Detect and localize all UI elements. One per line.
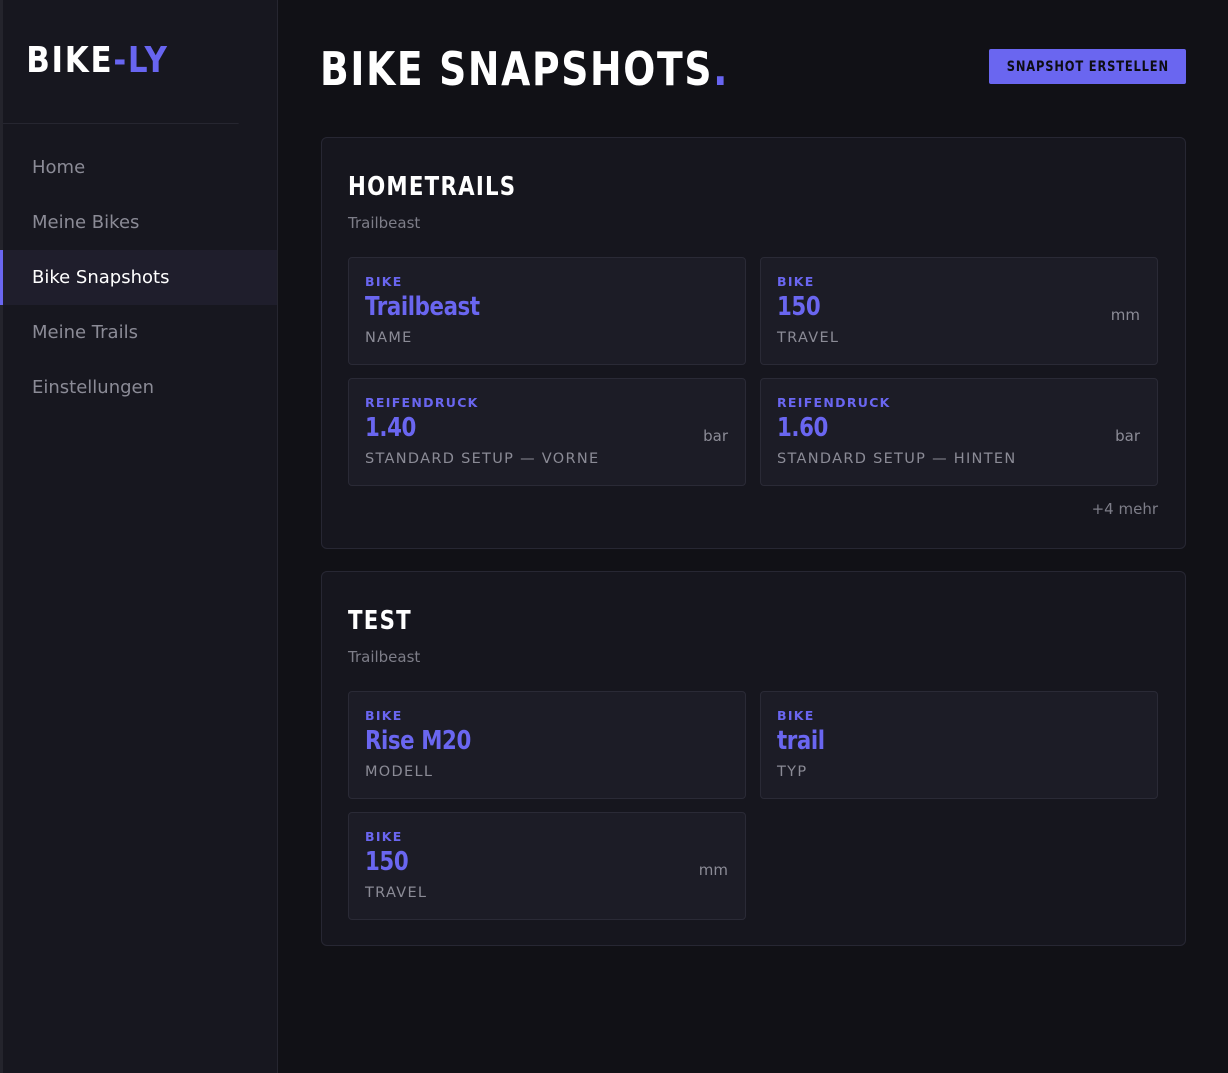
snapshot-tile: BIKE Trailbeast NAME: [348, 257, 746, 365]
brand-main: BIKE: [26, 40, 114, 81]
tile-category: BIKE: [365, 829, 403, 844]
tile-value: Rise M20: [365, 726, 471, 756]
sidebar-item-label: Meine Trails: [32, 322, 138, 343]
tile-category: BIKE: [777, 708, 815, 723]
sidebar-nav: Home Meine Bikes Bike Snapshots Meine Tr…: [0, 124, 277, 415]
sidebar-item-label: Home: [32, 157, 86, 178]
snapshot-title: TEST: [348, 606, 412, 636]
tile-unit: mm: [1110, 306, 1140, 324]
sidebar-item-label: Meine Bikes: [32, 212, 140, 233]
tile-unit: bar: [1115, 427, 1140, 445]
snapshot-tile: BIKE Rise M20 MODELL: [348, 691, 746, 799]
brand-accent: -LY: [113, 40, 169, 81]
sidebar-item-bike-snapshots[interactable]: Bike Snapshots: [0, 250, 277, 305]
sidebar-item-home[interactable]: Home: [0, 140, 277, 195]
tile-label: STANDARD SETUP — VORNE: [365, 451, 600, 467]
snapshot-bike: Trailbeast: [348, 648, 421, 666]
sidebar-item-label: Einstellungen: [32, 377, 155, 398]
page-title-text: BIKE SNAPSHOTS: [320, 42, 714, 96]
sidebar: BIKE-LY Home Meine Bikes Bike Snapshots …: [0, 0, 278, 1073]
tile-category: BIKE: [365, 708, 403, 723]
tile-unit: bar: [703, 427, 728, 445]
page-title: BIKE SNAPSHOTS.: [320, 42, 729, 96]
snapshot-card-hometrails[interactable]: HOMETRAILS Trailbeast BIKE Trailbeast NA…: [321, 137, 1186, 549]
tile-value: 150: [365, 847, 409, 877]
sidebar-item-label: Bike Snapshots: [32, 267, 170, 288]
snapshot-card-test[interactable]: TEST Trailbeast BIKE Rise M20 MODELL BIK…: [321, 571, 1186, 946]
create-snapshot-button-label: SNAPSHOT ERSTELLEN: [1006, 58, 1169, 75]
snapshot-tile: REIFENDRUCK 1.40 bar STANDARD SETUP — VO…: [348, 378, 746, 486]
tile-category: BIKE: [777, 274, 815, 289]
tile-category: BIKE: [365, 274, 403, 289]
create-snapshot-button[interactable]: SNAPSHOT ERSTELLEN: [989, 49, 1186, 84]
tile-category: REIFENDRUCK: [365, 395, 479, 410]
tile-unit: mm: [698, 861, 728, 879]
tile-value: 1.40: [365, 413, 416, 443]
tile-label: TYP: [777, 764, 808, 780]
tile-label: NAME: [365, 330, 413, 346]
tile-value: 150: [777, 292, 821, 322]
snapshot-bike: Trailbeast: [348, 214, 421, 232]
tile-label: TRAVEL: [365, 885, 428, 901]
tile-label: STANDARD SETUP — HINTEN: [777, 451, 1017, 467]
sidebar-item-einstellungen[interactable]: Einstellungen: [0, 360, 277, 415]
sidebar-item-meine-trails[interactable]: Meine Trails: [0, 305, 277, 360]
snapshot-tile: BIKE 150 mm TRAVEL: [760, 257, 1158, 365]
snapshot-tile: BIKE 150 mm TRAVEL: [348, 812, 746, 920]
more-values-link[interactable]: +4 mehr: [1092, 500, 1158, 518]
tile-value: 1.60: [777, 413, 828, 443]
sidebar-item-meine-bikes[interactable]: Meine Bikes: [0, 195, 277, 250]
tile-value: trail: [777, 726, 825, 756]
snapshot-title: HOMETRAILS: [348, 172, 517, 202]
brand-logo[interactable]: BIKE-LY: [3, 0, 239, 124]
snapshot-tile: REIFENDRUCK 1.60 bar STANDARD SETUP — HI…: [760, 378, 1158, 486]
tile-label: TRAVEL: [777, 330, 840, 346]
tile-value: Trailbeast: [365, 292, 480, 322]
main-content: BIKE SNAPSHOTS. SNAPSHOT ERSTELLEN HOMET…: [278, 0, 1228, 1073]
snapshot-tile: BIKE trail TYP: [760, 691, 1158, 799]
page-title-dot: .: [713, 42, 730, 96]
tile-label: MODELL: [365, 764, 434, 780]
tile-category: REIFENDRUCK: [777, 395, 891, 410]
